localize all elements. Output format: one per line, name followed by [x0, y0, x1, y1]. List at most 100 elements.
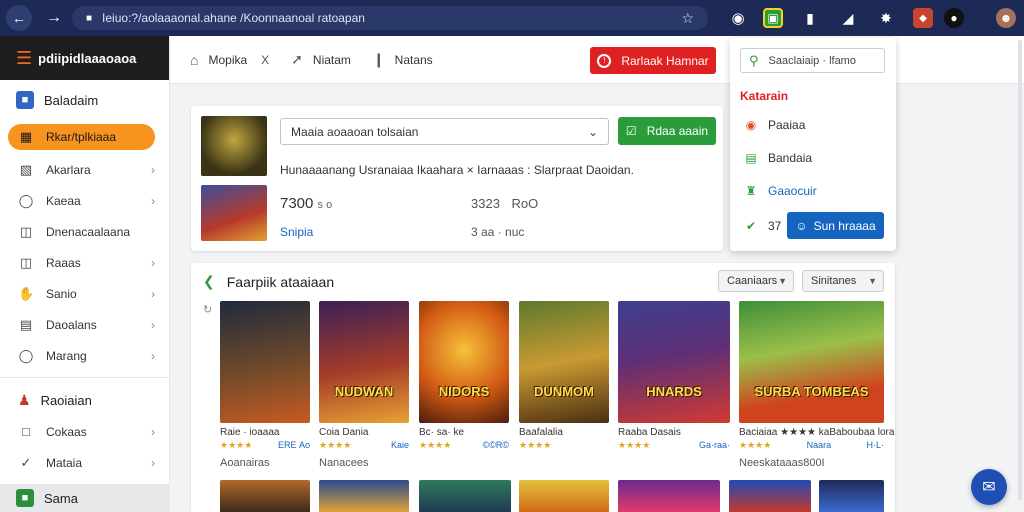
- sidebar-item[interactable]: ✓ Mataia ›: [0, 447, 169, 478]
- price-value: 7300: [280, 195, 314, 212]
- game-tile[interactable]: DUNMOM Baafalalia ★★★★: [519, 301, 609, 451]
- page-scrollbar[interactable]: [1018, 40, 1022, 500]
- sidebar-item[interactable]: ◫ Dnenacaalaana: [0, 216, 169, 247]
- primary-red-button[interactable]: ! Rarlaak Hamnar: [590, 47, 716, 74]
- sidebar-item[interactable]: ▧ Akarlara ›: [0, 154, 169, 185]
- sidebar-item-label: Raaas: [46, 255, 81, 270]
- filter-label: Caaniaars: [727, 275, 778, 287]
- dropdown-search-input[interactable]: ⚲ Saaclaiaip · lfamo: [740, 48, 885, 73]
- refresh-icon[interactable]: ↻: [203, 303, 212, 316]
- sidebar-item[interactable]: ◯ Kaeaa ›: [0, 185, 169, 216]
- game-thumbnail[interactable]: [201, 116, 267, 176]
- game-art: [220, 301, 310, 423]
- chevron-down-icon: ▼: [778, 276, 787, 286]
- nav-item[interactable]: ❙ Natans: [373, 51, 433, 68]
- count-value: 37: [768, 219, 782, 233]
- price: Naara: [806, 440, 832, 450]
- price-secondary: 3323 RoO: [471, 196, 538, 211]
- game-name: Raie · ioaaaa: [220, 427, 280, 438]
- sidebar-item[interactable]: □ Cokaas ›: [0, 416, 169, 447]
- game-tile[interactable]: HNARDS Raaba Dasais ★★★★ Ga·raa·: [618, 301, 730, 451]
- sidebar-footer-item[interactable]: ■ Sama: [0, 484, 170, 512]
- check-square-icon: ☑: [625, 124, 637, 138]
- game-tile[interactable]: SURBA TOMBEAS Baciaiaa ★★★★ ka Baboubaa l…: [739, 301, 894, 451]
- record-icon[interactable]: ◆: [913, 8, 933, 28]
- alert-icon: !: [597, 53, 612, 68]
- sidebar-item-label: Dnenacaalaana: [46, 224, 131, 239]
- back-button[interactable]: ←: [6, 5, 32, 31]
- dropdown-item[interactable]: ♜ Gaaocuir: [744, 184, 817, 198]
- chevron-right-icon: ›: [151, 162, 155, 177]
- media-icon[interactable]: ●: [944, 8, 964, 28]
- chevron-down-icon: ▼: [868, 276, 877, 286]
- game-tile[interactable]: NUDWAN Coia Dania ★★★★ Kaie: [319, 301, 409, 451]
- brand-name: pdiipidlaaaoaoa: [38, 50, 137, 66]
- chevron-right-icon: ›: [151, 317, 155, 332]
- game-tile[interactable]: [519, 480, 609, 512]
- game-art-title: DUNMOM: [534, 384, 594, 399]
- chat-fab-button[interactable]: ✉: [971, 469, 1007, 505]
- menu-icon[interactable]: ☰: [16, 48, 32, 69]
- star-icon[interactable]: ☆: [681, 10, 694, 27]
- sidebar-item[interactable]: ▤ Daoalans ›: [0, 309, 169, 340]
- forward-button[interactable]: →: [44, 9, 64, 27]
- extension-icon[interactable]: ▣: [763, 8, 783, 28]
- controller-icon: ◯: [18, 192, 34, 208]
- game-art: NUDWAN: [319, 301, 409, 423]
- games-card: ❮ Faarpiik ataaiaan Caaniaars ▼ Sinitane…: [191, 263, 895, 512]
- info-line: Hunaaaanang Usranaiaa Ikaahara × Iarnaaa…: [280, 163, 634, 177]
- sidebar-item-active[interactable]: ▦ Rkar/tplkiaaa: [8, 124, 155, 150]
- sidebar-item[interactable]: ✋ Sanio ›: [0, 278, 169, 309]
- dropdown-item-label: Paaiaa: [768, 118, 806, 132]
- game-thumbnail[interactable]: [201, 185, 267, 241]
- person-icon: ☺: [795, 218, 808, 233]
- nav-extra[interactable]: X: [261, 53, 269, 67]
- nav-item[interactable]: ➚ Niatam: [291, 51, 351, 68]
- chevron-right-icon: ›: [151, 193, 155, 208]
- dropdown-item[interactable]: ▤ Bandaia: [744, 151, 812, 165]
- chevron-left-icon[interactable]: ❮: [203, 273, 215, 290]
- ring-icon: ◉: [745, 118, 757, 132]
- shield-icon[interactable]: ◢: [838, 8, 858, 28]
- game-name: Baboubaa lora: [829, 427, 895, 438]
- bookmark-icon[interactable]: ▮: [800, 8, 820, 28]
- game-tile[interactable]: NIDORS Bc· sa· ke ★★★★ ©©R©: [419, 301, 509, 451]
- price-primary: 7300 s o: [280, 195, 332, 212]
- game-meta: ★★★★ Kaie: [319, 440, 409, 451]
- game-tile[interactable]: Raie · ioaaaa ★★★★ ERE Ao: [220, 301, 310, 451]
- address-bar[interactable]: ■ Ieiuo:?/aolaaaonal.ahane /Koonnaanoal …: [72, 6, 708, 30]
- inbox-icon: ◫: [19, 254, 33, 270]
- category-select[interactable]: Maaia aoaaoan tolsaian ⌄: [280, 118, 609, 145]
- section-icon: ■: [16, 91, 34, 109]
- rating: ★★★★: [618, 440, 651, 450]
- zoom-icon[interactable]: ◉: [728, 8, 748, 28]
- green-action-button[interactable]: ☑ Rdaa aaain: [618, 117, 716, 145]
- filter-select[interactable]: Caaniaars ▼: [718, 270, 794, 292]
- game-tile[interactable]: [419, 480, 511, 512]
- divider: [0, 377, 169, 378]
- price-suffix: s o: [317, 199, 333, 211]
- dropdown-action-button[interactable]: ☺ Sun hraaaa: [787, 212, 884, 239]
- game-tile[interactable]: [319, 480, 409, 512]
- brand-logo[interactable]: ☰ pdiipidlaaaoaoa: [0, 36, 169, 80]
- sidebar-item[interactable]: ◯ Marang ›: [0, 340, 169, 371]
- avatar[interactable]: ☻: [996, 8, 1016, 28]
- sidebar-item-label: Akarlara: [46, 162, 91, 177]
- price: H·L·: [866, 440, 884, 450]
- puzzle-icon[interactable]: ✸: [876, 8, 896, 28]
- sidebar-section-header: ■ Baladaim: [0, 80, 169, 120]
- chart-icon: ▧: [19, 161, 33, 177]
- game-tile[interactable]: [819, 480, 884, 512]
- game-tile[interactable]: [618, 480, 720, 512]
- game-art-title: NIDORS: [438, 384, 490, 399]
- dropdown-item[interactable]: ◉ Paaiaa: [744, 118, 806, 132]
- game-tile[interactable]: [729, 480, 811, 512]
- filter-select[interactable]: Sinitanes ▼: [802, 270, 884, 292]
- detail-link[interactable]: Snipia: [280, 225, 313, 239]
- nav-home[interactable]: ⌂ Mopika X: [190, 52, 269, 68]
- sidebar-item[interactable]: ◫ Raaas ›: [0, 247, 169, 278]
- game-meta: ★★★★ Naara H·L·: [739, 440, 884, 451]
- game-tile[interactable]: [220, 480, 310, 512]
- trophy-icon: ♜: [745, 184, 757, 198]
- section-title: Baladaim: [44, 92, 99, 108]
